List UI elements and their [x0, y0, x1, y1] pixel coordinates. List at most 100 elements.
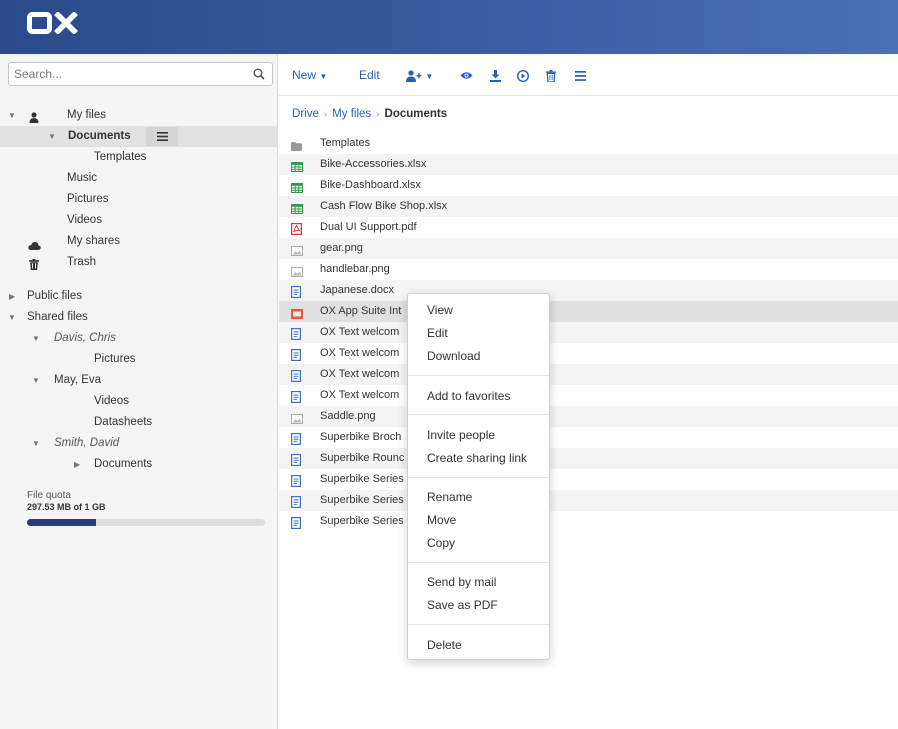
tree-item-smith-david[interactable]: ▼ Smith, David: [0, 433, 278, 454]
menu-item-create-sharing-link[interactable]: Create sharing link: [427, 451, 527, 465]
file-row[interactable]: Superbike Series: [279, 469, 898, 490]
file-name: OX Text welcom: [320, 368, 400, 380]
tree-label: May, Eva: [54, 374, 102, 386]
caret-down-icon[interactable]: ▼: [32, 328, 40, 349]
caret-down-icon[interactable]: ▼: [8, 105, 16, 126]
more-button[interactable]: [575, 67, 586, 83]
download-button[interactable]: [490, 67, 501, 83]
folder-options-button[interactable]: [146, 127, 178, 146]
file-row[interactable]: OX Text welcom: [279, 364, 898, 385]
file-row[interactable]: gear.png: [279, 238, 898, 259]
tree-label: Videos: [67, 214, 102, 226]
file-name: gear.png: [320, 242, 363, 254]
tree-item-music[interactable]: Music: [67, 168, 97, 189]
file-row[interactable]: handlebar.png: [279, 259, 898, 280]
sidebar: ▼ My files ▼ Documents Templates Music P…: [0, 54, 278, 729]
caret-down-icon: ▼: [425, 72, 434, 81]
tree-item-smith-documents[interactable]: ▶ Documents: [0, 454, 278, 475]
file-name: Superbike Rounc: [320, 452, 405, 464]
menu-item-download[interactable]: Download: [427, 349, 480, 363]
edit-button[interactable]: Edit: [359, 67, 380, 83]
menu-item-edit[interactable]: Edit: [427, 326, 448, 340]
tree-item-templates[interactable]: Templates: [94, 147, 146, 168]
present-button[interactable]: [516, 67, 530, 83]
file-row[interactable]: Saddle.png: [279, 406, 898, 427]
file-row[interactable]: Superbike Broch: [279, 427, 898, 448]
file-name: OX Text welcom: [320, 347, 400, 359]
file-name: Superbike Series: [320, 473, 404, 485]
file-row[interactable]: Superbike Series: [279, 511, 898, 532]
file-name: Cash Flow Bike Shop.xlsx: [320, 200, 448, 212]
menu-divider: [408, 375, 549, 376]
present-icon: [516, 69, 530, 82]
menu-item-move[interactable]: Move: [427, 513, 456, 527]
file-row[interactable]: Templates: [279, 133, 898, 154]
file-row[interactable]: OX Text welcom: [279, 322, 898, 343]
tree-item-pictures[interactable]: Pictures: [67, 189, 109, 210]
toolbar: New ▼ Edit ▼: [279, 54, 898, 96]
trash-icon: [29, 257, 39, 278]
file-name: OX App Suite Int: [320, 305, 402, 317]
view-button[interactable]: [460, 67, 473, 83]
tree-item-my-files[interactable]: ▼ My files: [0, 105, 278, 126]
context-menu: View Edit Download Add to favorites Invi…: [407, 293, 550, 660]
quota-fill: [27, 519, 97, 526]
tree-label: Music: [67, 172, 98, 184]
search-icon[interactable]: [253, 68, 265, 83]
file-row[interactable]: OX Text welcom: [279, 385, 898, 406]
tree-item-shared-files[interactable]: ▼ Shared files: [0, 307, 278, 328]
caret-down-icon[interactable]: ▼: [48, 126, 56, 147]
file-row[interactable]: Cash Flow Bike Shop.xlsx: [279, 196, 898, 217]
share-button[interactable]: ▼: [406, 67, 433, 83]
menu-item-rename[interactable]: Rename: [427, 490, 472, 504]
tree-label: Videos: [94, 395, 129, 407]
menu-item-copy[interactable]: Copy: [427, 536, 455, 550]
tree-item-may-eva[interactable]: ▼ May, Eva: [0, 370, 278, 391]
tree-label: Documents: [94, 458, 153, 470]
caret-right-icon[interactable]: ▶: [9, 286, 15, 307]
ox-logo[interactable]: [27, 11, 79, 37]
breadcrumb-separator: ›: [376, 109, 380, 120]
file-row[interactable]: Japanese.docx: [279, 280, 898, 301]
caret-down-icon[interactable]: ▼: [8, 307, 16, 328]
menu-divider: [408, 414, 549, 415]
share-icon: [406, 70, 422, 82]
caret-right-icon[interactable]: ▶: [74, 454, 80, 475]
caret-down-icon[interactable]: ▼: [32, 433, 40, 454]
breadcrumb-my-files[interactable]: My files: [332, 108, 371, 120]
tree-item-davis-pictures[interactable]: Pictures: [94, 349, 136, 370]
file-row[interactable]: Bike-Accessories.xlsx: [279, 154, 898, 175]
tree-item-documents[interactable]: ▼ Documents: [0, 126, 278, 147]
tree-item-trash[interactable]: Trash: [0, 252, 278, 273]
tree-label: Pictures: [67, 193, 109, 205]
menu-item-add-to-favorites[interactable]: Add to favorites: [427, 389, 510, 403]
menu-icon: [157, 132, 168, 141]
file-row[interactable]: Superbike Series: [279, 490, 898, 511]
tree-item-videos[interactable]: Videos: [67, 210, 102, 231]
delete-button[interactable]: [546, 67, 556, 83]
search-box[interactable]: [8, 62, 273, 86]
tree-item-davis-chris[interactable]: ▼ Davis, Chris: [0, 328, 278, 349]
tree-item-my-shares[interactable]: My shares: [0, 231, 278, 252]
menu-item-invite-people[interactable]: Invite people: [427, 428, 495, 442]
file-row[interactable]: Superbike Rounc: [279, 448, 898, 469]
tree-item-public-files[interactable]: ▶ Public files: [0, 286, 278, 307]
menu-item-delete[interactable]: Delete: [427, 638, 462, 652]
file-row[interactable]: OX App Suite Int: [279, 301, 898, 322]
file-row[interactable]: Dual UI Support.pdf: [279, 217, 898, 238]
breadcrumb-drive[interactable]: Drive: [292, 108, 319, 120]
quota-label: File quota: [27, 490, 71, 501]
file-name: Bike-Dashboard.xlsx: [320, 179, 421, 191]
new-button[interactable]: New ▼: [292, 67, 327, 83]
menu-item-send-by-mail[interactable]: Send by mail: [427, 575, 496, 589]
tree-item-may-datasheets[interactable]: Datasheets: [94, 412, 152, 433]
search-input[interactable]: [9, 63, 234, 85]
menu-item-view[interactable]: View: [427, 303, 453, 317]
caret-down-icon[interactable]: ▼: [32, 370, 40, 391]
file-row[interactable]: Bike-Dashboard.xlsx: [279, 175, 898, 196]
tree-item-may-videos[interactable]: Videos: [94, 391, 129, 412]
tree-label: Smith, David: [54, 437, 120, 449]
file-name: Dual UI Support.pdf: [320, 221, 417, 233]
file-row[interactable]: OX Text welcom: [279, 343, 898, 364]
menu-item-save-as-pdf[interactable]: Save as PDF: [427, 598, 498, 612]
